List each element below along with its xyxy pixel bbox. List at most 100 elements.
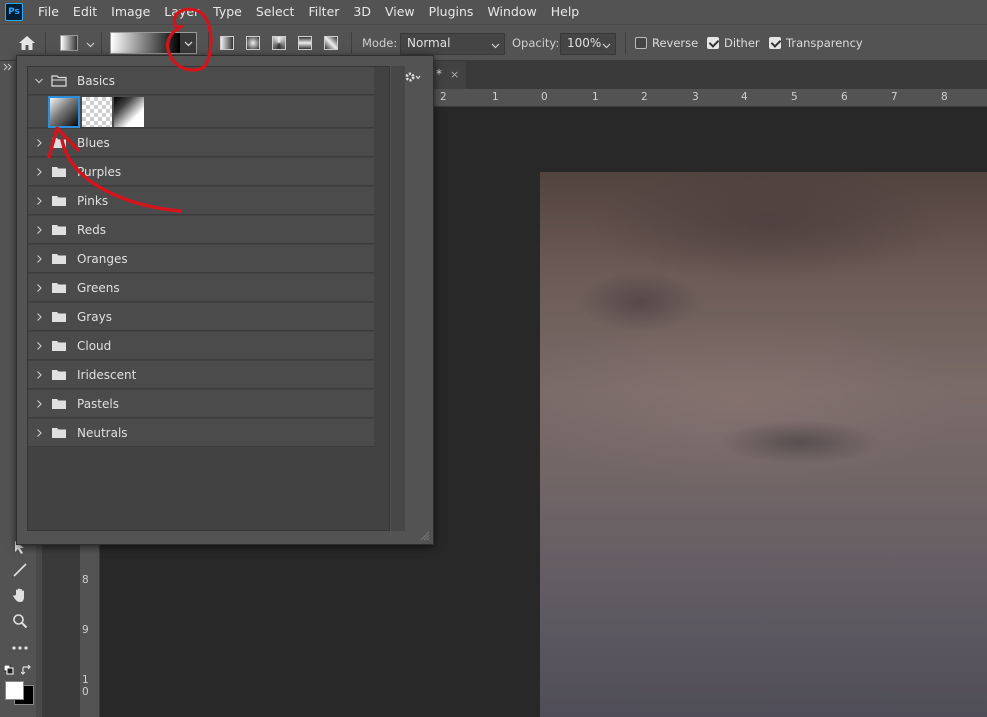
menu-bar: Ps File Edit Image Layer Type Select Fil… [0, 0, 987, 24]
ruler-tick: 3 [692, 91, 699, 103]
foreground-color-swatch[interactable] [5, 681, 24, 700]
folder-row-iridescent[interactable]: Iridescent [28, 361, 374, 389]
line-tool[interactable] [9, 559, 31, 581]
menu-edit[interactable]: Edit [66, 0, 104, 24]
preset-black-white[interactable] [114, 97, 144, 127]
radial-gradient-button[interactable] [246, 36, 260, 50]
ruler-tick: 2 [440, 91, 447, 103]
chevron-down-icon [602, 43, 611, 49]
menu-plugins[interactable]: Plugins [422, 0, 481, 24]
ruler-tick: 4 [741, 91, 748, 103]
line-icon [13, 563, 27, 577]
reverse-checkbox[interactable] [635, 37, 647, 49]
chevron-down-icon[interactable] [86, 40, 95, 49]
folder-icon [52, 312, 66, 322]
folder-row-grays[interactable]: Grays [28, 303, 374, 331]
folder-name: Pinks [77, 193, 109, 208]
transparency-checkbox[interactable] [769, 37, 781, 49]
chevron-right-icon[interactable] [34, 428, 44, 438]
preset-foreground-to-transparent[interactable] [82, 97, 112, 127]
folder-icon [52, 428, 66, 438]
reflected-gradient-button[interactable] [298, 36, 312, 50]
divider [45, 32, 46, 54]
ruler-tick: 8 [82, 574, 89, 586]
default-colors-icon[interactable] [4, 665, 14, 675]
folder-row-pinks[interactable]: Pinks [28, 187, 374, 215]
collapse-panel-icon[interactable] [3, 63, 13, 71]
menu-layer[interactable]: Layer [157, 0, 206, 24]
hand-tool[interactable] [9, 584, 31, 606]
angle-gradient-button[interactable] [272, 36, 286, 50]
folder-row-greens[interactable]: Greens [28, 274, 374, 302]
document-image-sky[interactable] [540, 172, 987, 717]
swap-colors-icon[interactable] [21, 665, 32, 676]
linear-gradient-button[interactable] [220, 36, 234, 50]
mode-select[interactable]: Normal [400, 33, 505, 55]
document-tab[interactable]: * × [432, 61, 466, 89]
magnifier-icon [13, 614, 28, 629]
menu-3d[interactable]: 3D [346, 0, 378, 24]
menu-help[interactable]: Help [544, 0, 587, 24]
chevron-right-icon[interactable] [34, 167, 44, 177]
chevron-down-icon[interactable] [34, 76, 44, 86]
folder-row-pastels[interactable]: Pastels [28, 390, 374, 418]
preset-list-scrollbar[interactable] [391, 66, 405, 531]
edit-toolbar-button[interactable] [9, 637, 31, 659]
folder-row-reds[interactable]: Reds [28, 216, 374, 244]
menu-select[interactable]: Select [249, 0, 302, 24]
preset-foreground-to-background[interactable] [48, 96, 80, 128]
folder-name: Neutrals [77, 425, 128, 440]
folder-icon [52, 138, 66, 148]
zoom-tool[interactable] [9, 610, 31, 632]
gradient-picker-panel: Basics Blues Purples Pinks Reds Oranges … [16, 55, 434, 545]
close-tab-icon[interactable]: × [450, 68, 459, 81]
chevron-right-icon[interactable] [34, 341, 44, 351]
folder-icon [52, 283, 66, 293]
gradient-picker[interactable] [110, 32, 197, 54]
folder-row-cloud[interactable]: Cloud [28, 332, 374, 360]
tool-preset-picker[interactable] [60, 35, 78, 51]
menu-view[interactable]: View [378, 0, 422, 24]
menu-filter[interactable]: Filter [301, 0, 346, 24]
gradient-dropdown-button[interactable] [180, 33, 196, 53]
folder-row-neutrals[interactable]: Neutrals [28, 419, 374, 447]
menu-image[interactable]: Image [104, 0, 157, 24]
chevron-right-icon[interactable] [34, 312, 44, 322]
menu-type[interactable]: Type [206, 0, 249, 24]
folder-row-blues[interactable]: Blues [28, 129, 374, 157]
menu-file[interactable]: File [31, 0, 66, 24]
ruler-tick: 9 [82, 624, 89, 636]
menu-window[interactable]: Window [480, 0, 543, 24]
ruler-tick: 1 [492, 91, 499, 103]
folder-icon [52, 341, 66, 351]
ruler-tick: 0 [541, 91, 548, 103]
resize-grip-icon[interactable] [420, 531, 430, 541]
chevron-down-icon [491, 43, 500, 49]
folder-row-oranges[interactable]: Oranges [28, 245, 374, 273]
gradient-preset-list: Basics Blues Purples Pinks Reds Oranges … [27, 66, 390, 531]
gear-icon[interactable] [403, 69, 421, 85]
folder-icon [52, 167, 66, 177]
chevron-right-icon[interactable] [34, 225, 44, 235]
transparency-label: Transparency [786, 36, 863, 50]
folder-name: Iridescent [77, 367, 137, 382]
folder-row-basics[interactable]: Basics [28, 67, 374, 95]
ruler-tick: 1 [592, 91, 599, 103]
divider [101, 32, 102, 54]
document-tab-title: * [436, 67, 442, 81]
chevron-right-icon[interactable] [34, 283, 44, 293]
home-icon[interactable] [17, 33, 37, 53]
chevron-right-icon[interactable] [34, 196, 44, 206]
folder-row-purples[interactable]: Purples [28, 158, 374, 186]
folder-icon [52, 370, 66, 380]
folder-name: Greens [77, 280, 120, 295]
chevron-right-icon[interactable] [34, 138, 44, 148]
opacity-value: 100% [567, 36, 602, 50]
chevron-right-icon[interactable] [34, 399, 44, 409]
chevron-right-icon[interactable] [34, 370, 44, 380]
chevron-right-icon[interactable] [34, 254, 44, 264]
opacity-field[interactable]: 100% [560, 33, 616, 55]
diamond-gradient-button[interactable] [324, 36, 338, 50]
gradient-preview[interactable] [111, 33, 181, 53]
dither-checkbox[interactable] [707, 37, 719, 49]
